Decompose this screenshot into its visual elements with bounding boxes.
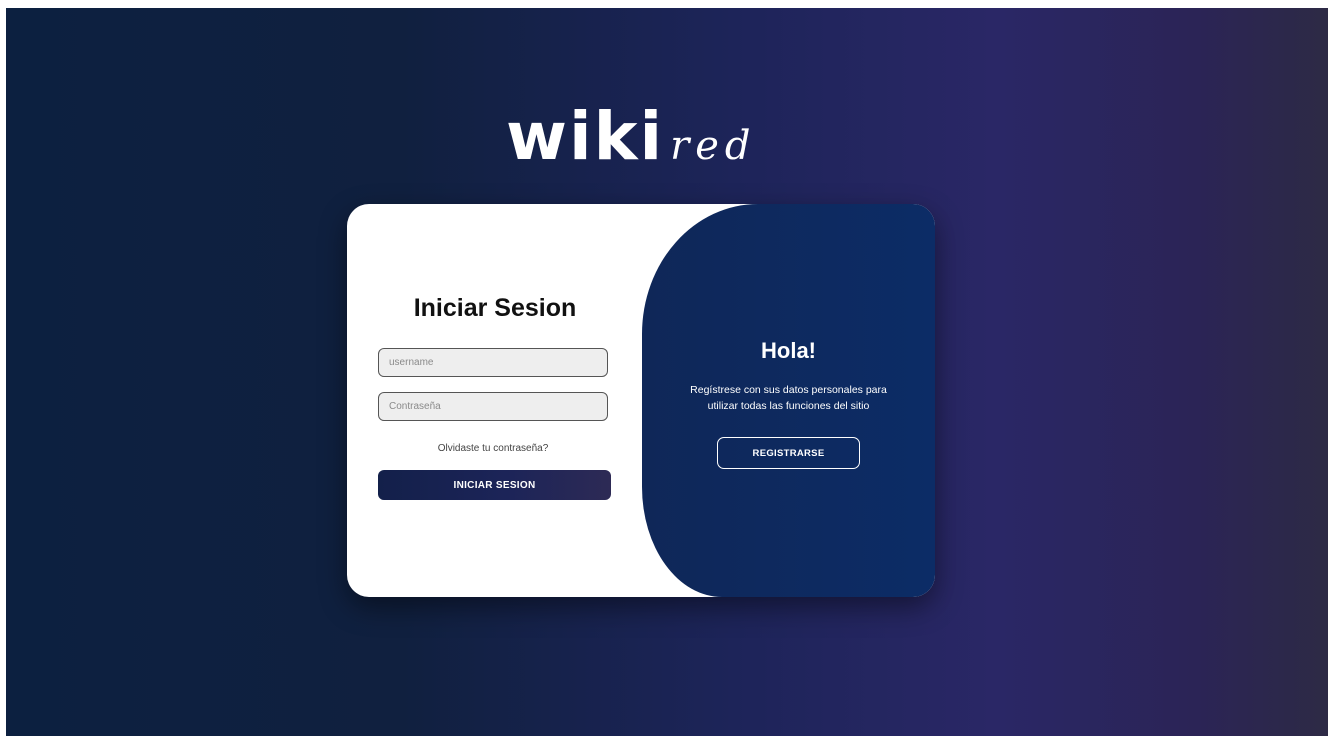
wikired-logo: wiki red bbox=[506, 90, 757, 170]
logo-wordmark: wiki bbox=[506, 98, 665, 175]
logo-suffix: red bbox=[670, 123, 757, 169]
register-description-line-2: utilizar todas las funciones del sitio bbox=[707, 400, 870, 412]
register-button[interactable]: REGISTRARSE bbox=[717, 437, 860, 469]
login-title: Iniciar Sesion bbox=[413, 294, 577, 322]
page-background: wiki red Iniciar Sesion Olvidaste tu con… bbox=[6, 8, 1328, 736]
username-input[interactable] bbox=[378, 348, 608, 377]
register-panel: Hola! Regístrese con sus datos personale… bbox=[642, 204, 935, 597]
register-greeting: Hola! bbox=[761, 338, 816, 363]
forgot-password-link[interactable]: Olvidaste tu contraseña? bbox=[378, 443, 608, 454]
auth-card: Iniciar Sesion Olvidaste tu contraseña? … bbox=[347, 204, 935, 597]
login-button[interactable]: INICIAR SESION bbox=[378, 470, 611, 500]
login-form: Iniciar Sesion Olvidaste tu contraseña? … bbox=[347, 204, 643, 597]
password-input[interactable] bbox=[378, 392, 608, 421]
register-description-line-1: Regístrese con sus datos personales para bbox=[690, 384, 887, 396]
register-description: Regístrese con sus datos personales para… bbox=[662, 382, 915, 414]
